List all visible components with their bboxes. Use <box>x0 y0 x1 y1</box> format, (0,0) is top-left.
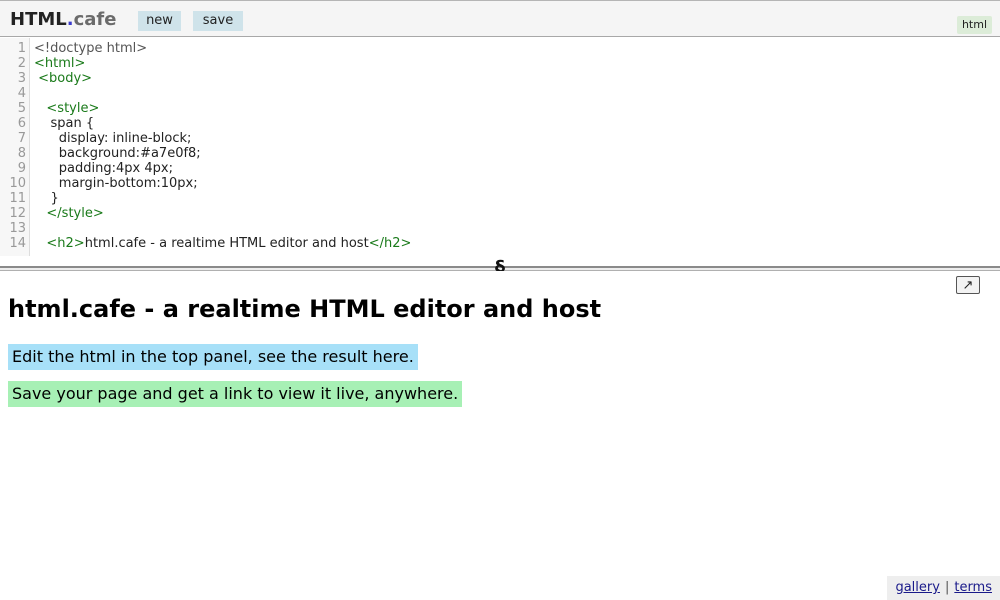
html-tag-token: <h2> <box>34 236 85 251</box>
logo-dot: . <box>66 9 74 30</box>
code-text[interactable]: </style> <box>34 206 104 221</box>
html-tag-token: <html> <box>34 56 86 71</box>
code-editor[interactable]: 1 <!doctype html> 2 <html> 3 <body> 4 5 <style… <box>0 38 1000 262</box>
code-line[interactable]: 12 </style> <box>0 206 1000 221</box>
code-token: html.cafe - a realtime HTML editor and h… <box>84 236 369 251</box>
app-logo[interactable]: HTML.cafe <box>10 10 116 30</box>
preview-panel: ↗ html.cafe - a realtime HTML editor and… <box>0 271 1000 600</box>
code-token: display: inline-block; <box>34 131 192 146</box>
code-line[interactable]: 9 padding:4px 4px; <box>0 161 1000 176</box>
line-number: 13 <box>9 221 26 236</box>
code-line[interactable]: 14 <h2>html.cafe - a realtime HTML edito… <box>0 236 1000 251</box>
code-text[interactable]: margin-bottom:10px; <box>34 176 198 191</box>
code-text[interactable]: } <box>34 191 59 206</box>
code-text[interactable]: <style> <box>34 101 99 116</box>
line-number: 5 <box>17 101 26 116</box>
logo-tld: cafe <box>73 9 117 30</box>
save-button[interactable]: save <box>193 11 243 31</box>
code-token: <!doctype html> <box>34 41 148 56</box>
footer-separator: | <box>944 580 950 595</box>
code-text[interactable]: <!doctype html> <box>34 41 147 56</box>
footer-links: gallery | terms <box>887 576 1000 600</box>
line-number: 1 <box>17 41 26 56</box>
line-number: 8 <box>17 146 26 161</box>
code-text[interactable]: padding:4px 4px; <box>34 161 173 176</box>
line-number: 14 <box>9 236 26 251</box>
code-line[interactable]: 10 margin-bottom:10px; <box>0 176 1000 191</box>
code-line[interactable]: 1 <!doctype html> <box>0 41 1000 56</box>
new-button[interactable]: new <box>138 11 181 31</box>
code-token: span { <box>34 116 95 131</box>
code-text[interactable]: <html> <box>34 56 85 71</box>
code-text[interactable]: span { <box>34 116 95 131</box>
line-number: 12 <box>9 206 26 221</box>
code-token: } <box>34 191 59 206</box>
code-line[interactable]: 8 background:#a7e0f8; <box>0 146 1000 161</box>
code-text[interactable]: <body> <box>34 71 92 86</box>
code-text[interactable]: background:#a7e0f8; <box>34 146 201 161</box>
gallery-link[interactable]: gallery <box>895 580 939 595</box>
logo-brand: HTML <box>10 9 67 30</box>
line-number: 4 <box>17 86 26 101</box>
code-line[interactable]: 11 } <box>0 191 1000 206</box>
code-token: padding:4px 4px; <box>34 161 173 176</box>
code-line[interactable]: 13 <box>0 221 1000 236</box>
code-line[interactable]: 7 display: inline-block; <box>0 131 1000 146</box>
line-number: 7 <box>17 131 26 146</box>
line-number: 3 <box>17 71 26 86</box>
line-number: 2 <box>17 56 26 71</box>
code-text[interactable]: <h2>html.cafe - a realtime HTML editor a… <box>34 236 411 251</box>
code-token: background:#a7e0f8; <box>34 146 201 161</box>
preview-highlight-green: Save your page and get a link to view it… <box>8 381 463 407</box>
top-toolbar: HTML.cafe new save html <box>0 0 1000 37</box>
code-token: margin-bottom:10px; <box>34 176 198 191</box>
html-tag-token: </style> <box>34 206 104 221</box>
preview-highlight-blue: Edit the html in the top panel, see the … <box>8 344 418 370</box>
line-number: 11 <box>9 191 26 206</box>
code-line[interactable]: 5 <style> <box>0 101 1000 116</box>
code-line[interactable]: 6 span { <box>0 116 1000 131</box>
line-number: 10 <box>9 176 26 191</box>
code-line[interactable]: 4 <box>0 86 1000 101</box>
code-line[interactable]: 2 <html> <box>0 56 1000 71</box>
code-text[interactable]: display: inline-block; <box>34 131 192 146</box>
mode-badge[interactable]: html <box>956 16 992 34</box>
popout-arrow-icon[interactable]: ↗ <box>956 276 980 294</box>
line-number: 6 <box>17 116 26 131</box>
html-tag-token: </h2> <box>368 236 412 251</box>
code-line[interactable]: 3 <body> <box>0 71 1000 86</box>
html-tag-token: <style> <box>34 101 100 116</box>
html-tag-token: <body> <box>34 71 93 86</box>
terms-link[interactable]: terms <box>954 580 992 595</box>
preview-heading: html.cafe - a realtime HTML editor and h… <box>8 295 602 323</box>
line-number: 9 <box>17 161 26 176</box>
